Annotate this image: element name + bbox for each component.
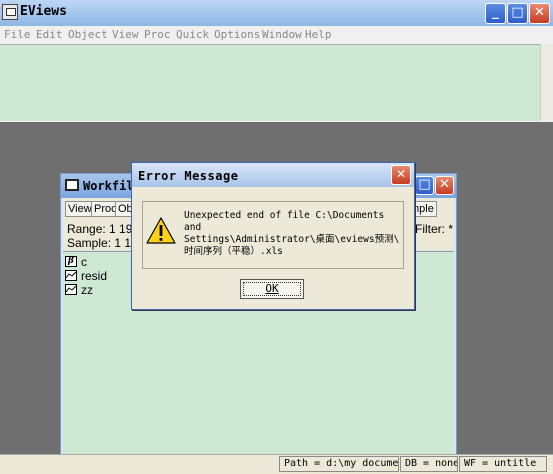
message-line: Settings\Administrator\桌面\eviews预测\ <box>184 234 400 245</box>
workfile-close-icon[interactable]: ✕ <box>435 176 454 195</box>
app-title: EViews <box>20 4 67 19</box>
workfile-title: Workfil <box>83 179 134 193</box>
range-text: Range: 1 19 <box>67 222 133 236</box>
object-name: zz <box>81 283 93 297</box>
status-db: DB = none <box>400 456 458 472</box>
menu-help[interactable]: Help <box>305 28 332 41</box>
dialog-title: Error Message <box>138 169 239 183</box>
menu-quick[interactable]: Quick <box>176 28 209 41</box>
series-icon <box>65 270 77 281</box>
status-path: Path = d:\my document <box>279 456 399 472</box>
command-scrollbar[interactable] <box>540 44 553 120</box>
status-wf: WF = untitle <box>459 456 547 472</box>
menu-object[interactable]: Object <box>68 28 108 41</box>
message-line: Unexpected end of file C:\Documents and <box>184 210 385 233</box>
menu-options[interactable]: Options <box>214 28 260 41</box>
error-dialog: Error Message ✕ Unexpected end of file C… <box>131 162 415 310</box>
menu-window[interactable]: Window <box>262 28 302 41</box>
statusbar: Path = d:\my document DB = none WF = unt… <box>0 454 553 474</box>
workfile-maximize-icon[interactable]: □ <box>415 176 434 195</box>
workfile-icon <box>65 179 79 191</box>
maximize-icon[interactable]: □ <box>507 3 528 24</box>
main-window: EViews _ □ ✕ File Edit Object View Proc … <box>0 0 553 122</box>
series-icon <box>65 284 77 295</box>
object-name: resid <box>81 269 108 283</box>
eviews-app-icon <box>2 4 18 20</box>
ok-label: OK <box>265 282 279 295</box>
menubar: File Edit Object View Proc Quick Options… <box>0 26 553 44</box>
ok-button[interactable]: OK <box>240 279 304 299</box>
minimize-icon[interactable]: _ <box>485 3 506 24</box>
dialog-titlebar[interactable]: Error Message ✕ <box>132 163 414 187</box>
close-icon[interactable]: ✕ <box>529 3 550 24</box>
sample-text: Sample: 1 19 <box>67 236 138 250</box>
menu-edit[interactable]: Edit <box>36 28 63 41</box>
coef-vector-icon: β <box>65 256 77 267</box>
command-window[interactable] <box>0 44 540 121</box>
error-message: Unexpected end of file C:\Documents and … <box>184 210 404 258</box>
filter-text: Filter: * <box>415 222 454 236</box>
close-icon[interactable]: ✕ <box>391 165 411 185</box>
message-line: 时间序列（平稳）.xls <box>184 246 283 257</box>
object-name: c <box>81 255 87 269</box>
menu-view[interactable]: View <box>112 28 139 41</box>
warning-icon <box>146 217 176 244</box>
menu-file[interactable]: File <box>4 28 31 41</box>
menu-proc[interactable]: Proc <box>144 28 171 41</box>
main-titlebar[interactable]: EViews _ □ ✕ <box>0 0 553 26</box>
